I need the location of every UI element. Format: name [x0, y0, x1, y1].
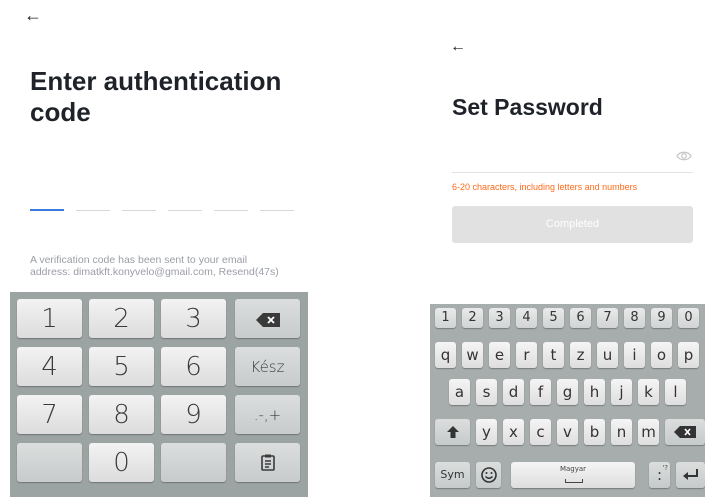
numeric-keyboard: 1 2 3 4 5 6 Kész 7 8 9 .-,+ 0	[10, 292, 308, 497]
key-6[interactable]: 6	[570, 308, 591, 328]
backspace-icon	[255, 313, 280, 327]
key-q[interactable]: q	[435, 342, 456, 368]
verification-info: A verification code has been sent to you…	[30, 254, 320, 278]
key-s[interactable]: s	[476, 379, 497, 405]
password-input[interactable]	[452, 172, 693, 173]
key-h[interactable]: h	[584, 379, 605, 405]
back-arrow-icon[interactable]: ←	[24, 5, 42, 25]
back-arrow-icon[interactable]: ←	[450, 37, 466, 57]
punctuation-secondary: '?	[662, 464, 668, 472]
key-2[interactable]: 2	[89, 299, 154, 338]
code-slot[interactable]	[122, 210, 156, 211]
key-e[interactable]: e	[489, 342, 510, 368]
qwerty-keyboard: 1 2 3 4 5 6 7 8 9 0 q w e r t z u i o p …	[430, 304, 705, 497]
info-line: A verification code has been sent to you…	[30, 254, 248, 266]
key-1[interactable]: 1	[17, 299, 82, 338]
code-slot[interactable]	[260, 210, 294, 211]
key-9[interactable]: 9	[161, 395, 226, 434]
key-7[interactable]: 7	[597, 308, 618, 328]
punctuation-key[interactable]: .-,+	[235, 395, 300, 434]
emoji-icon	[480, 467, 497, 483]
key-v[interactable]: v	[557, 419, 578, 445]
key-y[interactable]: y	[476, 419, 497, 445]
key-z[interactable]: z	[570, 342, 591, 368]
space-bar-glyph	[565, 479, 583, 483]
backspace-icon	[674, 426, 696, 438]
key-u[interactable]: u	[597, 342, 618, 368]
key-k[interactable]: k	[638, 379, 659, 405]
backspace-key[interactable]	[235, 299, 300, 338]
emoji-key[interactable]	[476, 462, 501, 488]
code-slot[interactable]	[168, 210, 202, 211]
backspace-key[interactable]	[665, 419, 705, 445]
key-3[interactable]: 3	[489, 308, 510, 328]
key-n[interactable]: n	[611, 419, 632, 445]
key-x[interactable]: x	[503, 419, 524, 445]
done-key[interactable]: Kész	[235, 347, 300, 386]
blank-key	[17, 443, 82, 482]
code-slot[interactable]	[214, 210, 248, 211]
clipboard-icon	[260, 454, 275, 471]
key-c[interactable]: c	[530, 419, 551, 445]
key-9[interactable]: 9	[651, 308, 672, 328]
key-a[interactable]: a	[449, 379, 470, 405]
key-p[interactable]: p	[678, 342, 699, 368]
key-f[interactable]: f	[530, 379, 551, 405]
code-slot[interactable]	[76, 210, 110, 211]
key-r[interactable]: r	[516, 342, 537, 368]
key-l[interactable]: l	[665, 379, 686, 405]
punctuation-primary: :	[656, 466, 663, 484]
key-6[interactable]: 6	[161, 347, 226, 386]
key-b[interactable]: b	[584, 419, 605, 445]
clipboard-key[interactable]	[235, 443, 300, 482]
code-slot[interactable]	[30, 209, 64, 211]
key-0[interactable]: 0	[89, 443, 154, 482]
shift-arrow-icon	[446, 426, 459, 438]
key-g[interactable]: g	[557, 379, 578, 405]
key-5[interactable]: 5	[543, 308, 564, 328]
key-8[interactable]: 8	[624, 308, 645, 328]
page-title: Enter authentication code	[30, 66, 282, 127]
key-2[interactable]: 2	[462, 308, 483, 328]
space-key[interactable]: Magyar	[511, 462, 635, 488]
password-hint: 6-20 characters, including letters and n…	[452, 182, 638, 192]
key-w[interactable]: w	[462, 342, 483, 368]
shift-key[interactable]	[435, 419, 470, 445]
key-5[interactable]: 5	[89, 347, 154, 386]
enter-icon	[682, 469, 698, 480]
key-3[interactable]: 3	[161, 299, 226, 338]
sym-key[interactable]: Sym	[435, 462, 470, 488]
key-0[interactable]: 0	[678, 308, 699, 328]
key-o[interactable]: o	[651, 342, 672, 368]
key-d[interactable]: d	[503, 379, 524, 405]
info-resend-line[interactable]: address: dimatkft.konyvelo@gmail.com, Re…	[30, 266, 320, 278]
punctuation-key[interactable]: '? :	[649, 462, 670, 488]
key-i[interactable]: i	[624, 342, 645, 368]
key-8[interactable]: 8	[89, 395, 154, 434]
key-j[interactable]: j	[611, 379, 632, 405]
key-4[interactable]: 4	[516, 308, 537, 328]
enter-key[interactable]	[676, 462, 705, 488]
completed-button[interactable]: Completed	[452, 206, 693, 243]
key-7[interactable]: 7	[17, 395, 82, 434]
blank-key	[161, 443, 226, 482]
key-t[interactable]: t	[543, 342, 564, 368]
key-4[interactable]: 4	[17, 347, 82, 386]
key-m[interactable]: m	[638, 419, 659, 445]
eye-icon[interactable]	[676, 150, 692, 162]
key-1[interactable]: 1	[435, 308, 456, 328]
page-title: Set Password	[452, 94, 603, 120]
